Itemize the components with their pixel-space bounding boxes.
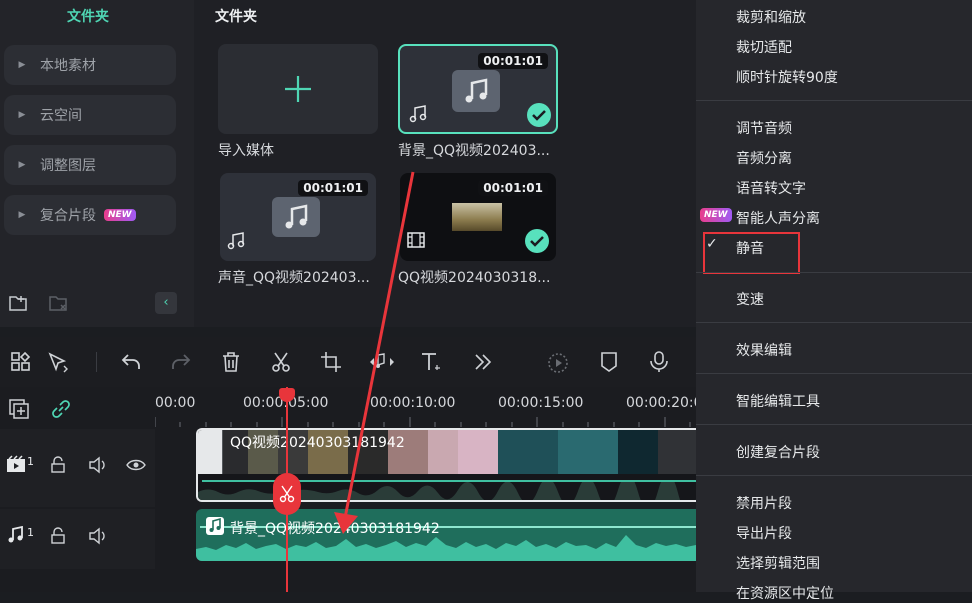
menu-item-locate-in-library[interactable]: 在资源区中定位 <box>736 583 834 603</box>
menu-item-speed[interactable]: 变速 <box>736 289 764 309</box>
menu-item-speech-to-text[interactable]: 语音转文字 <box>736 178 806 198</box>
menu-item-create-compound[interactable]: 创建复合片段 <box>736 442 820 462</box>
menu-separator <box>696 272 972 273</box>
menu-separator <box>696 373 972 374</box>
menu-item-crop-zoom[interactable]: 裁剪和缩放 <box>736 7 806 27</box>
menu-separator <box>696 322 972 323</box>
mute-highlight-box <box>703 232 800 274</box>
menu-separator <box>696 100 972 101</box>
context-menu: 裁剪和缩放 裁切适配 顺时针旋转90度 调节音频 音频分离 语音转文字 NEW … <box>696 0 972 602</box>
menu-item-vocal-separation[interactable]: 智能人声分离 <box>736 208 820 228</box>
menu-item-select-range[interactable]: 选择剪辑范围 <box>736 553 820 573</box>
menu-item-export-clip[interactable]: 导出片段 <box>736 523 792 543</box>
menu-item-crop-fit[interactable]: 裁切适配 <box>736 37 792 57</box>
menu-separator <box>696 475 972 476</box>
menu-item-disable-clip[interactable]: 禁用片段 <box>736 493 792 513</box>
new-badge: NEW <box>700 208 732 222</box>
menu-item-rotate-90[interactable]: 顺时针旋转90度 <box>736 67 838 87</box>
menu-item-effect-edit[interactable]: 效果编辑 <box>736 340 792 360</box>
menu-item-audio-split[interactable]: 音频分离 <box>736 148 792 168</box>
menu-item-adjust-audio[interactable]: 调节音频 <box>736 118 792 138</box>
menu-item-smart-tools[interactable]: 智能编辑工具 <box>736 391 820 411</box>
menu-separator <box>696 424 972 425</box>
